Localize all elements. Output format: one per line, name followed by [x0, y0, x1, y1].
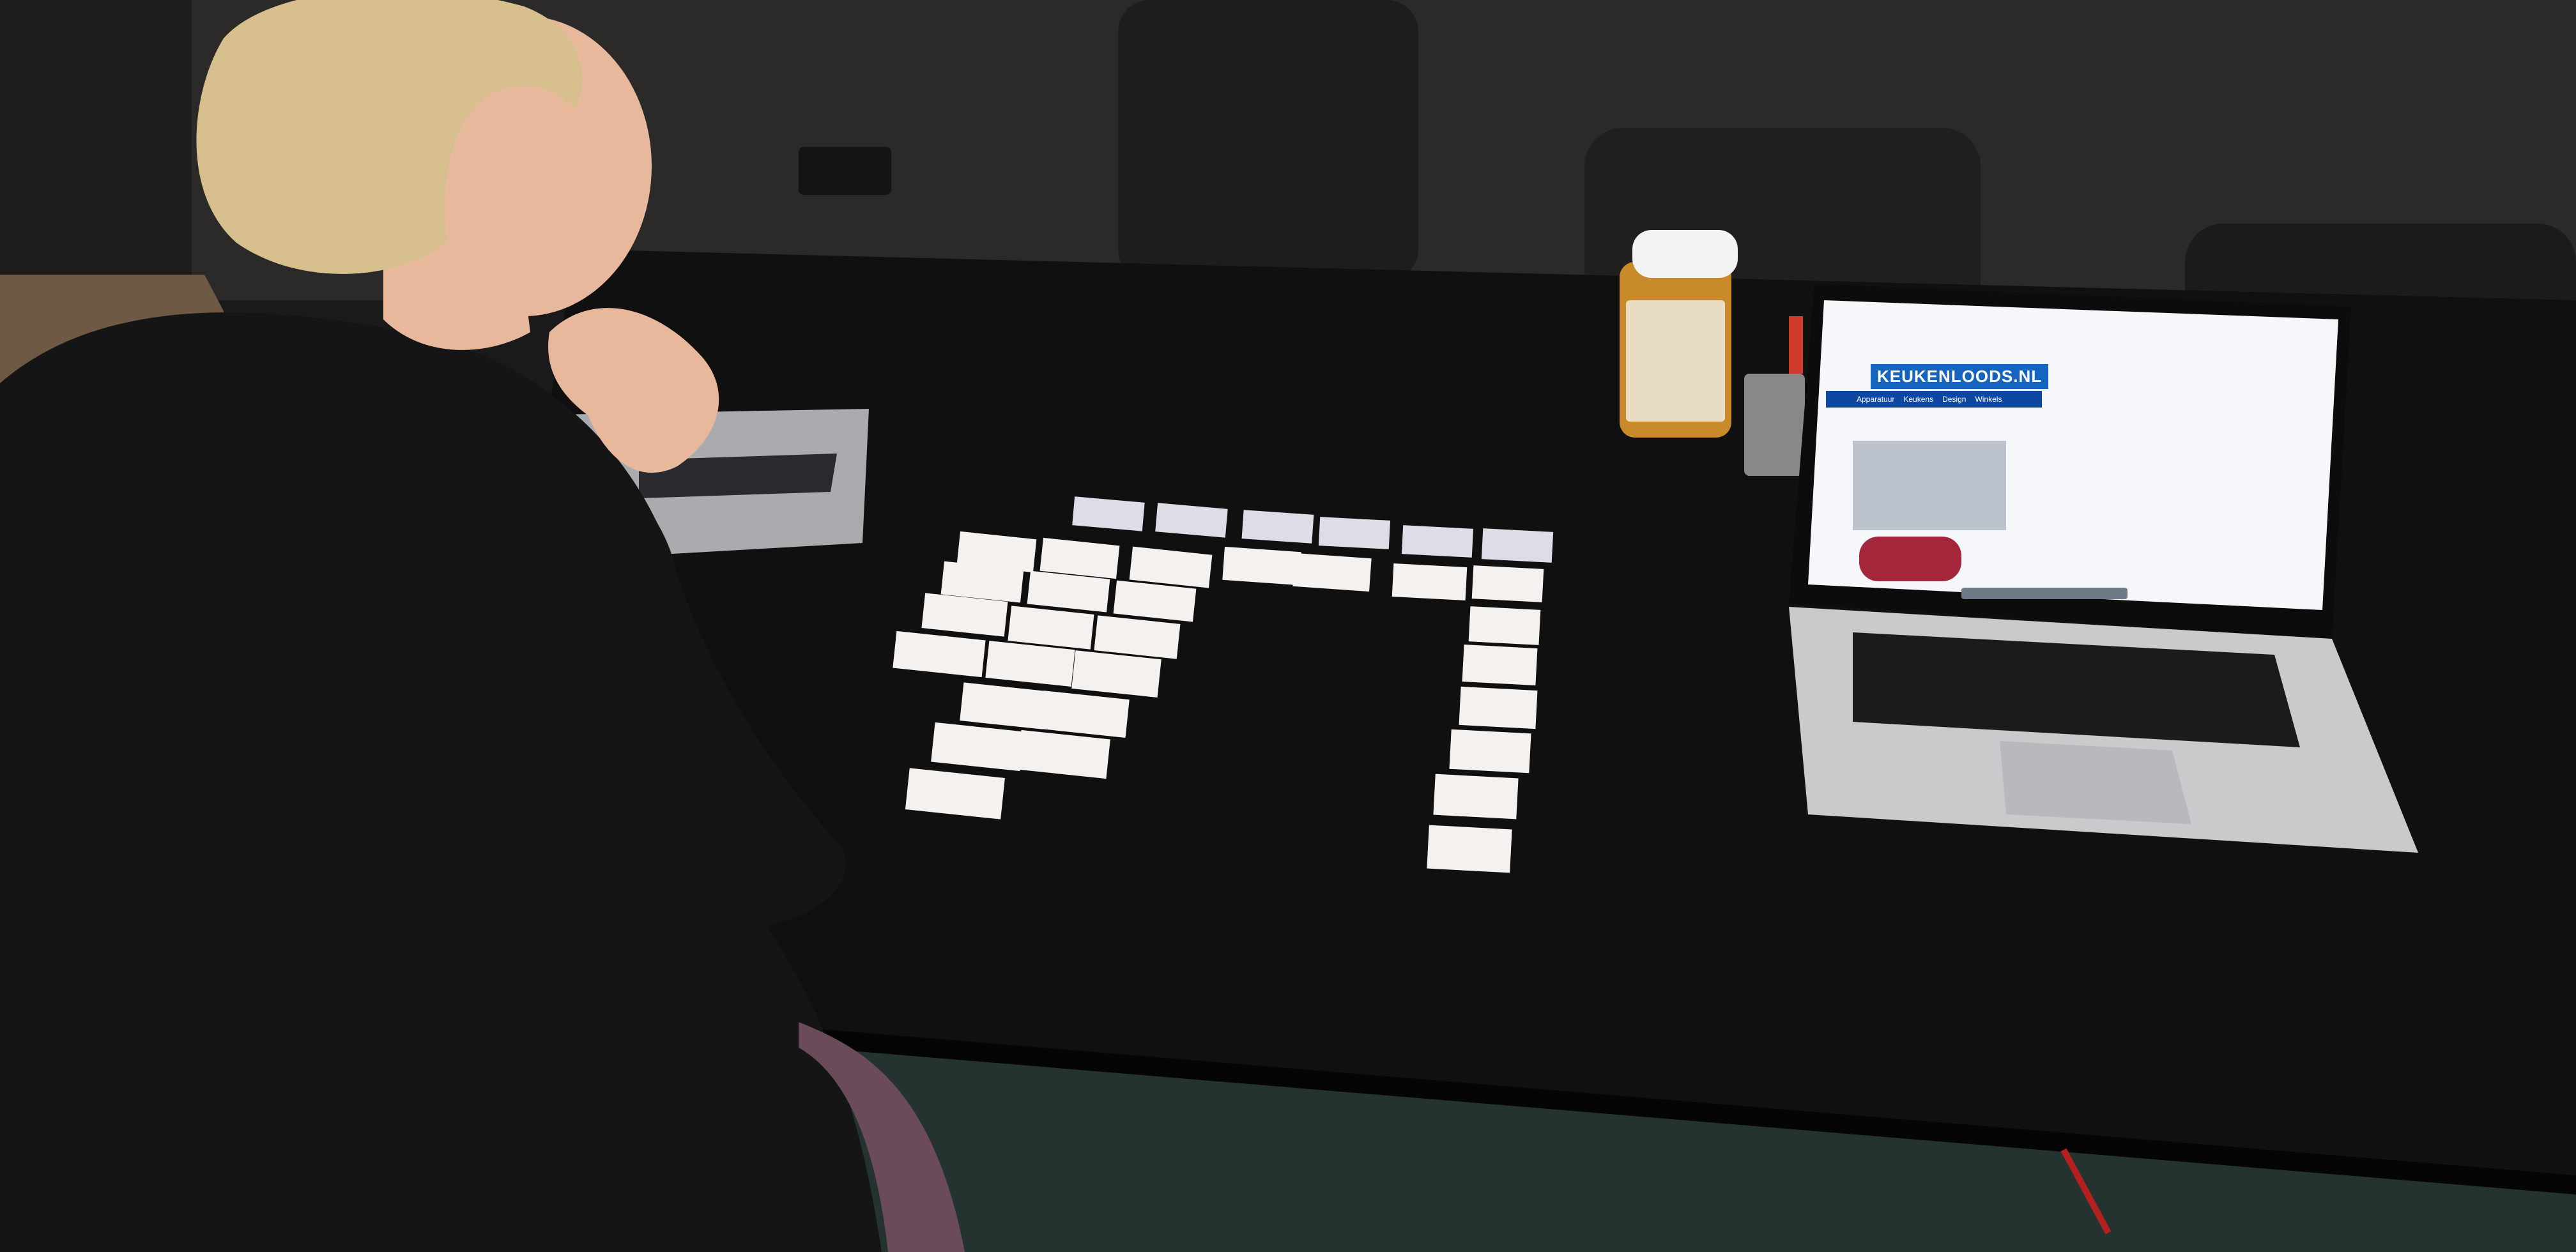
card [1449, 729, 1531, 774]
jar-lid [1632, 230, 1738, 278]
card-header [1072, 496, 1145, 531]
nav-item[interactable]: Design [1942, 395, 1966, 404]
card [1459, 686, 1538, 729]
card [1468, 606, 1541, 645]
card-header [1481, 528, 1554, 563]
card-header [1318, 517, 1391, 549]
screen-product-image [1853, 441, 2006, 530]
pen-holder [1744, 374, 1805, 476]
nav-item[interactable]: Keukens [1903, 395, 1933, 404]
site-logo: KEUKENLOODS.NL [1871, 364, 2049, 389]
laptop-trackpad [2000, 741, 2191, 824]
nav-item[interactable]: Winkels [1975, 395, 2002, 404]
screen-product-image-red [1859, 537, 1961, 581]
pen-red [1789, 316, 1803, 374]
card [1427, 825, 1512, 873]
card-header [1241, 510, 1314, 544]
wall-shadow [0, 0, 192, 300]
jar-label [1626, 300, 1725, 422]
card-header [1401, 525, 1474, 558]
photo-scene: KEUKENLOODS.NL Apparatuur Keukens Design… [0, 0, 2576, 1252]
card [1433, 774, 1519, 820]
card [1462, 645, 1538, 685]
card [1471, 565, 1544, 602]
card [1392, 563, 1468, 600]
chair-back-center [1118, 0, 1418, 281]
card [1222, 546, 1301, 586]
card-header [1155, 503, 1228, 538]
site-nav-bar: Apparatuur Keukens Design Winkels [1826, 391, 2042, 408]
scene-illustration [0, 0, 2576, 1252]
screen-dock [1961, 588, 2128, 599]
card [1292, 553, 1372, 592]
nav-item[interactable]: Apparatuur [1857, 395, 1894, 404]
wall-outlet [799, 147, 891, 195]
